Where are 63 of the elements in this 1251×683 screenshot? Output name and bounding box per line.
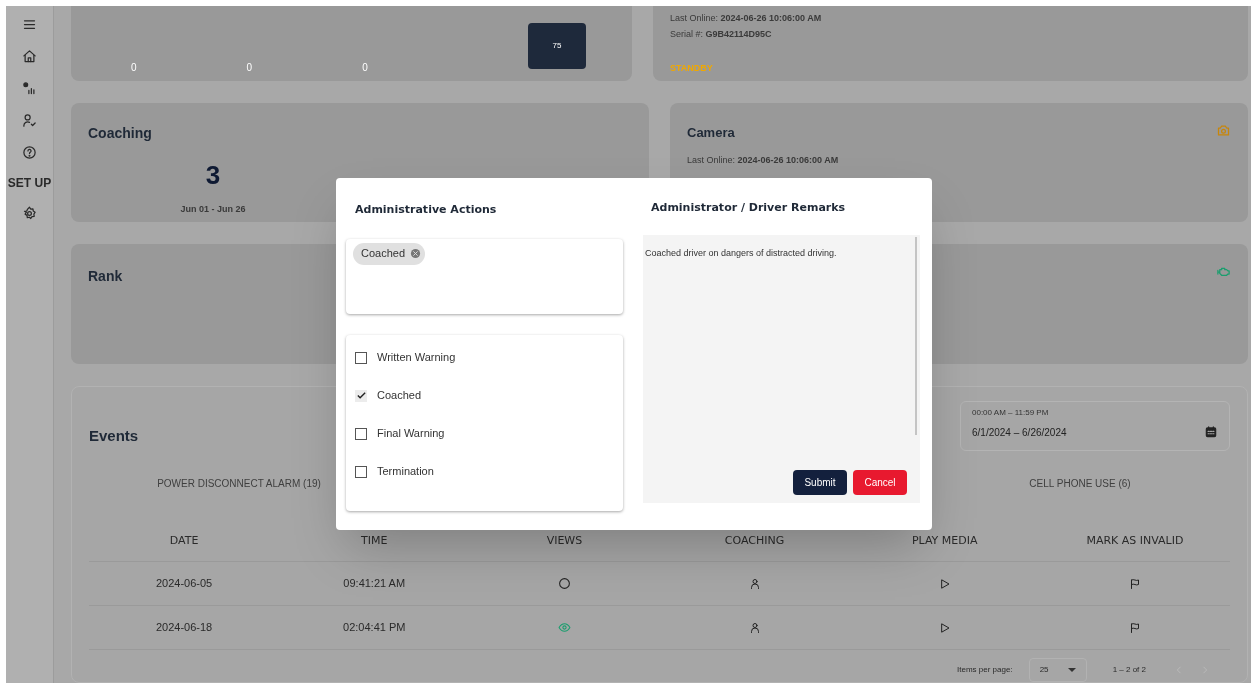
- checkbox[interactable]: [355, 351, 367, 364]
- remove-icon[interactable]: [410, 248, 422, 259]
- checkbox[interactable]: [355, 389, 367, 402]
- table-cell-text: 02:04:41 PM: [343, 620, 406, 636]
- serial-text: Serial #: G9B42114D95C: [670, 28, 773, 41]
- date-range-text: Jun 01 - Jun 26: [180, 202, 246, 216]
- dialog-heading: Administrator / Driver Remarks: [651, 200, 847, 216]
- option-label: Coached: [377, 388, 422, 404]
- caret-icon: [1067, 668, 1076, 672]
- column-header: COACHING: [724, 533, 785, 550]
- axis-tick: 0: [362, 61, 368, 75]
- settings-icon[interactable]: [22, 206, 37, 221]
- axis-tick: 0: [246, 61, 253, 75]
- checkbox[interactable]: [355, 427, 367, 440]
- count-value: 3: [205, 158, 221, 192]
- play-icon[interactable]: [938, 577, 951, 590]
- value-tooltip: 75: [528, 23, 586, 69]
- checkbox[interactable]: [355, 465, 367, 478]
- calendar-icon[interactable]: [1204, 425, 1218, 439]
- card-title: Rank: [88, 268, 123, 285]
- card-title: Coaching: [88, 123, 153, 143]
- menu-icon[interactable]: [22, 17, 37, 32]
- remarks-field[interactable]: Coached driver on dangers of distracted driving. Submit Cancel: [643, 234, 920, 503]
- card-title: Camera: [687, 123, 735, 142]
- date-range-field[interactable]: 00:00 AM – 11:59 PM 6/1/2024 – 6/26/2024: [960, 401, 1230, 451]
- play-icon[interactable]: [938, 621, 951, 634]
- page-size-select[interactable]: 25: [1028, 658, 1087, 682]
- page-range-text: 1 – 2 of 2: [1112, 664, 1146, 676]
- table-cell-text: 2024-06-18: [155, 620, 213, 636]
- flag-icon[interactable]: [1128, 577, 1141, 590]
- scrollbar[interactable]: [915, 236, 917, 435]
- last-online-text: Last Online: 2024-06-26 10:06:00 AM: [670, 12, 823, 25]
- column-header: DATE: [169, 533, 199, 550]
- user-icon[interactable]: [748, 621, 761, 634]
- dialog-heading: Administrative Actions: [355, 202, 498, 218]
- flag-icon[interactable]: [1128, 621, 1141, 634]
- cancel-button[interactable]: Cancel: [853, 469, 907, 495]
- user-check-icon[interactable]: [22, 113, 37, 128]
- user-icon[interactable]: [748, 577, 761, 590]
- home-icon[interactable]: [22, 49, 37, 64]
- column-header: MARK AS INVALID: [1086, 533, 1184, 550]
- chip[interactable]: Coached: [353, 242, 426, 265]
- camera-icon: [1216, 122, 1231, 138]
- table-cell-text: 09:41:21 AM: [343, 576, 406, 592]
- help-icon[interactable]: [22, 145, 37, 160]
- section-label: SET UP: [7, 177, 52, 189]
- event-tab[interactable]: CELL PHONE USE (6): [930, 465, 1230, 501]
- table-cell-text: 2024-06-05: [155, 576, 213, 592]
- axis-tick: 0: [131, 61, 137, 75]
- last-online-text: Last Online: 2024-06-26 10:06:00 AM: [687, 154, 840, 167]
- circle-icon[interactable]: [557, 577, 571, 590]
- option-label: Final Warning: [377, 426, 445, 442]
- column-header: TIME: [361, 533, 388, 550]
- column-header: PLAY MEDIA: [911, 533, 978, 550]
- option-label: Termination: [377, 464, 434, 480]
- pagination-label: Items per page:: [957, 664, 1013, 676]
- option-label: Written Warning: [377, 350, 456, 366]
- chart-icon[interactable]: [22, 81, 37, 96]
- section-title: Events: [89, 425, 139, 446]
- column-header: VIEWS: [546, 533, 583, 550]
- status-text: STANDBY: [670, 62, 713, 75]
- chip-input[interactable]: Coached: [346, 238, 623, 314]
- submit-button[interactable]: Submit: [793, 469, 847, 495]
